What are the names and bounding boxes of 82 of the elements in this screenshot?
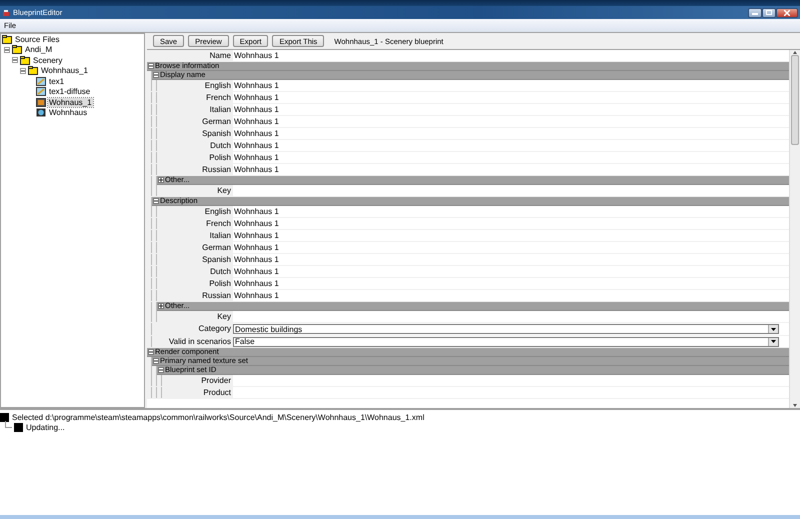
collapse-toggle[interactable] <box>153 198 159 204</box>
property-value-field[interactable]: Wohnhaus 1 <box>233 266 789 277</box>
property-label: Category <box>198 323 232 334</box>
tree-item[interactable]: tex1 <box>48 76 66 86</box>
tree-item[interactable]: Andi_M <box>24 45 54 54</box>
property-label: Spanish <box>201 254 232 265</box>
collapse-toggle[interactable] <box>158 177 164 183</box>
tree-item[interactable]: tex1-diffuse <box>48 87 92 96</box>
property-value-field[interactable]: Wohnhaus 1 <box>233 230 789 241</box>
model-icon <box>36 108 46 118</box>
maximize-icon <box>766 10 772 15</box>
property-label: French <box>205 92 232 103</box>
caret-icon <box>771 340 776 343</box>
property-label: Provider <box>200 375 232 386</box>
property-value-field[interactable]: Wohnhaus 1 <box>233 164 789 175</box>
property-label: Key <box>216 311 232 322</box>
property-label: Italian <box>208 230 232 241</box>
collapse-toggle[interactable] <box>4 46 10 53</box>
folder-icon <box>2 34 12 44</box>
property-value-field[interactable]: Wohnhaus 1 <box>233 50 789 61</box>
property-value-field[interactable]: Wohnhaus 1 <box>233 128 789 139</box>
property-label: Russian <box>201 290 232 301</box>
property-value-field[interactable]: Wohnhaus 1 <box>233 116 789 127</box>
folder-icon <box>12 45 22 54</box>
property-label: German <box>201 116 232 127</box>
log-entry: Selected d:\programme\steam\steamapps\common\railworks\Source\Andi_M\Scenery\Wohnhaus_1\Wohnaus_1.xml <box>12 412 424 422</box>
collapse-toggle[interactable] <box>153 358 159 364</box>
property-value-field[interactable]: Wohnhaus 1 <box>233 140 789 151</box>
property-label: Russian <box>201 164 232 175</box>
property-label: Dutch <box>209 140 232 151</box>
scrollbar[interactable] <box>789 50 800 408</box>
collapse-toggle[interactable] <box>148 63 154 69</box>
property-label: Polish <box>208 152 232 163</box>
image-icon <box>36 76 46 86</box>
dropdown-field[interactable]: Domestic buildings <box>233 324 779 334</box>
collapse-toggle[interactable] <box>148 349 154 355</box>
property-label: English <box>204 80 232 91</box>
tree-item[interactable]: Wohnhaus <box>48 108 88 118</box>
close-button[interactable] <box>776 8 798 18</box>
property-value-field[interactable]: Wohnhaus 1 <box>233 218 789 229</box>
close-icon <box>784 10 790 16</box>
property-value-field[interactable]: Wohnhaus 1 <box>233 206 789 217</box>
property-value-field[interactable]: Wohnhaus 1 <box>233 80 789 91</box>
image-icon <box>36 87 46 96</box>
log-entry: Updating... <box>26 422 65 432</box>
folder-icon <box>28 66 38 76</box>
property-label: French <box>205 218 232 229</box>
property-label: Key <box>216 185 232 196</box>
property-label: Product <box>202 387 232 398</box>
tree-item[interactable]: Source Files <box>14 34 60 44</box>
property-value-field[interactable]: Wohnhaus 1 <box>233 254 789 265</box>
collapse-toggle[interactable] <box>158 303 164 309</box>
tree-item[interactable]: Scenery <box>32 56 64 65</box>
folder-icon <box>20 56 30 65</box>
app-icon <box>2 8 10 16</box>
tree-item[interactable]: Wohnhaus_1 <box>40 66 89 76</box>
collapse-toggle[interactable] <box>158 367 164 373</box>
image-icon <box>36 98 46 107</box>
collapse-toggle[interactable] <box>153 72 159 78</box>
tree-item[interactable]: Wohnaus_1 <box>48 98 93 107</box>
property-value-field[interactable]: Wohnhaus 1 <box>233 152 789 163</box>
property-label: German <box>201 242 232 253</box>
property-label: Spanish <box>201 128 232 139</box>
scroll-thumb[interactable] <box>791 55 799 145</box>
property-value-field[interactable]: Wohnhaus 1 <box>233 242 789 253</box>
collapse-toggle[interactable] <box>20 68 26 74</box>
property-value-field[interactable]: Wohnhaus 1 <box>233 278 789 289</box>
property-value-field[interactable]: Wohnhaus 1 <box>233 92 789 103</box>
caret-icon <box>771 328 776 330</box>
property-value-field[interactable]: Wohnhaus 1 <box>233 290 789 301</box>
property-label: Polish <box>208 278 232 289</box>
property-label: Dutch <box>209 266 232 277</box>
minimize-button[interactable] <box>748 8 762 18</box>
property-label: Valid in scenarios <box>168 336 232 347</box>
property-label: English <box>204 206 232 217</box>
property-value-field[interactable]: Wohnhaus 1 <box>233 104 789 115</box>
maximize-button[interactable] <box>762 8 776 18</box>
collapse-toggle[interactable] <box>12 57 18 64</box>
property-label: Italian <box>208 104 232 115</box>
minimize-icon <box>752 10 758 14</box>
dropdown-field[interactable]: False <box>233 336 779 346</box>
property-label: Name <box>208 50 232 61</box>
